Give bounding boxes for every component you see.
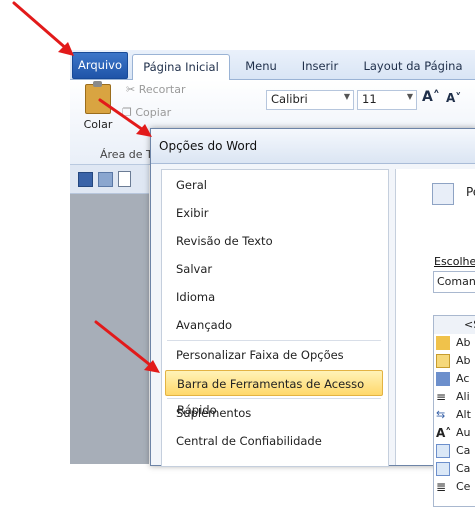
- arrow-to-arquivo: [12, 1, 70, 52]
- text-box-icon: [436, 462, 450, 476]
- arrow-to-selected-item: [94, 320, 156, 370]
- arrow-to-dialog: [98, 98, 148, 134]
- annotation-arrows: [12, 1, 160, 373]
- command-label: Ce: [456, 480, 471, 493]
- list-item[interactable]: ≣ Ce: [434, 478, 475, 496]
- center-align-icon: ≣: [436, 480, 447, 494]
